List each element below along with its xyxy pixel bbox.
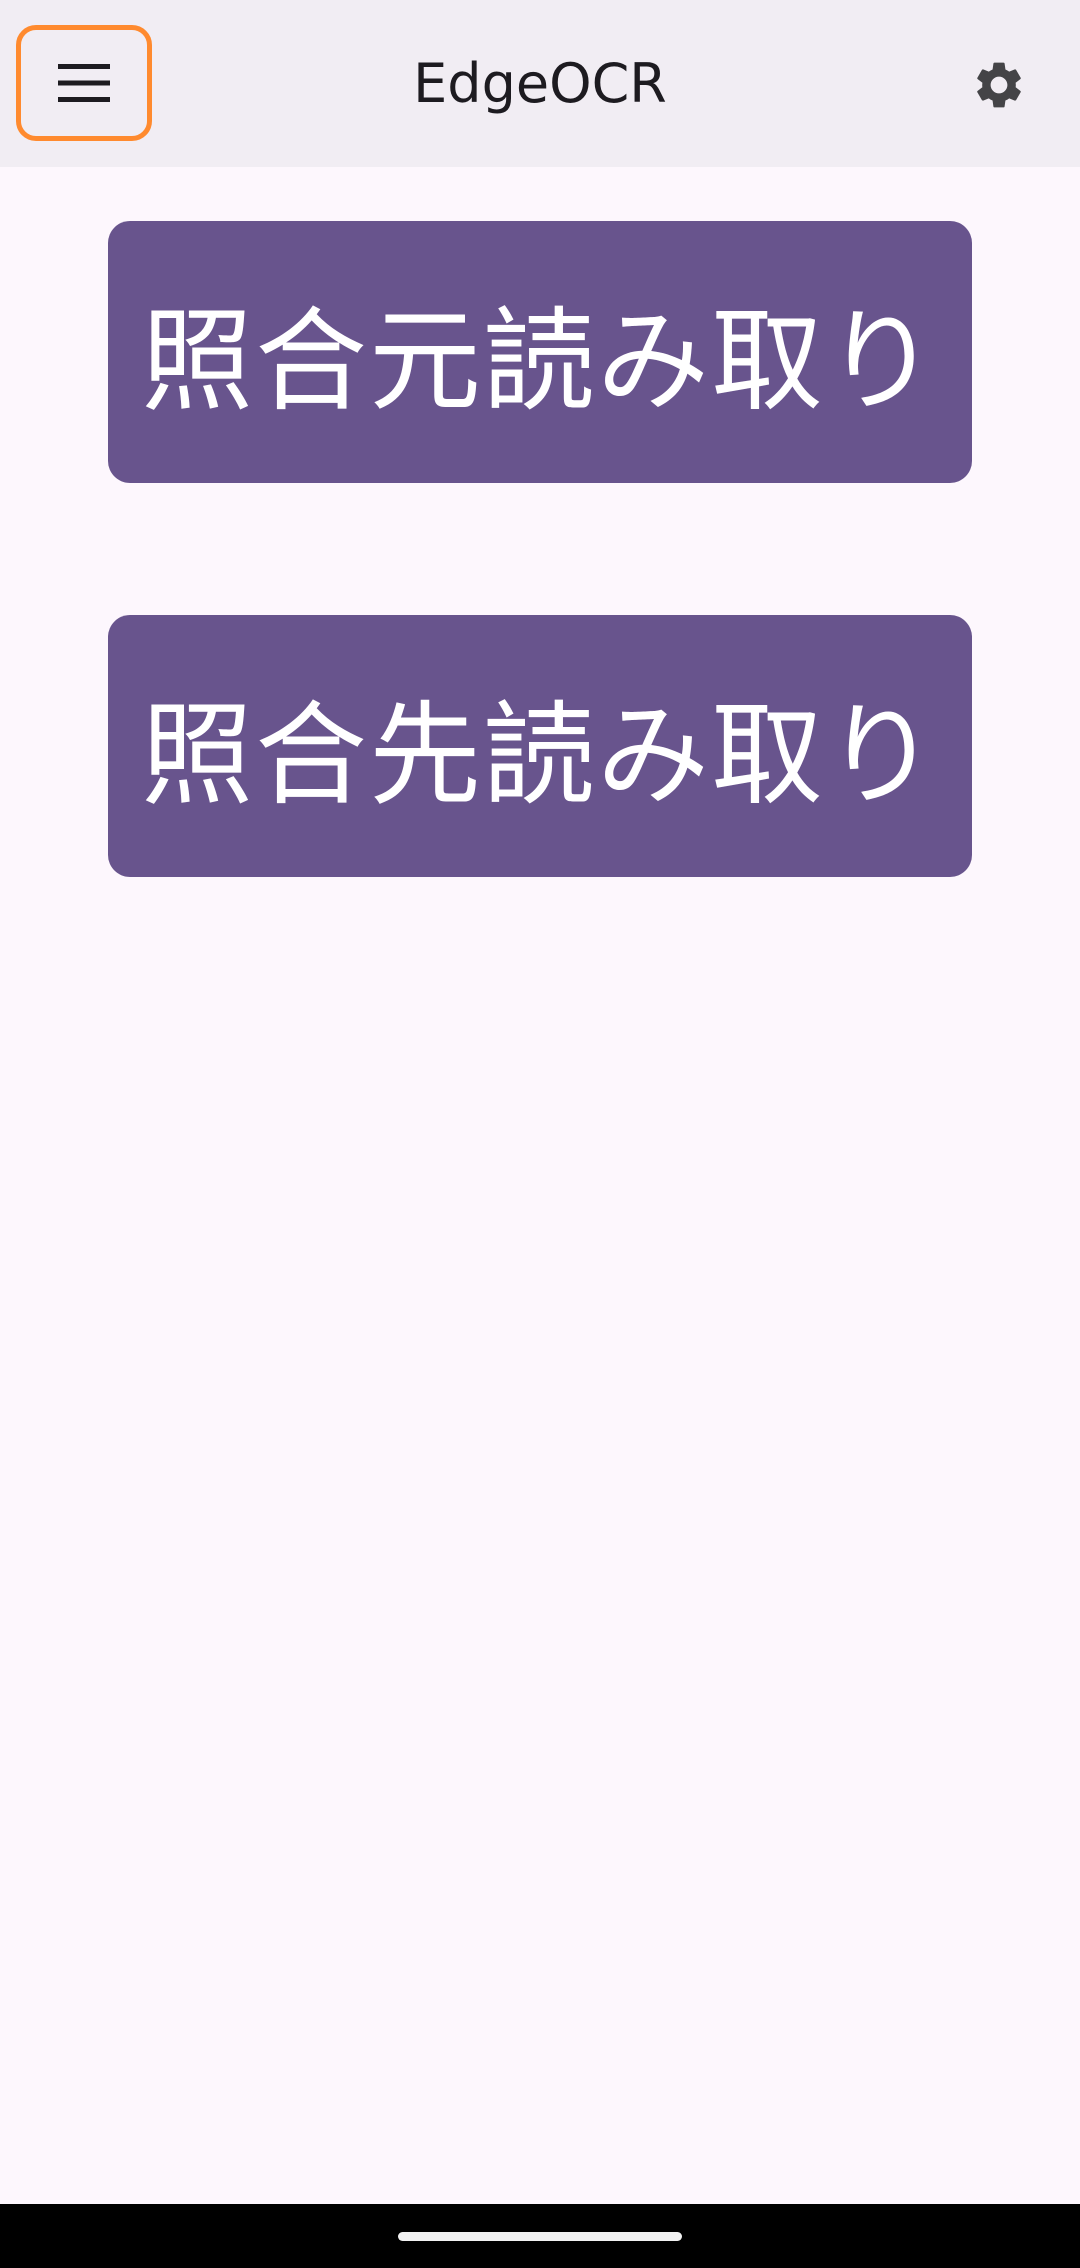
app-title: EdgeOCR bbox=[413, 52, 667, 115]
settings-button[interactable] bbox=[966, 52, 1032, 118]
home-indicator[interactable] bbox=[398, 2232, 682, 2241]
read-source-button[interactable]: 照合元読み取り bbox=[108, 221, 972, 483]
menu-button[interactable] bbox=[16, 25, 152, 141]
hamburger-menu-icon bbox=[58, 64, 110, 102]
gear-icon bbox=[977, 62, 1021, 108]
read-target-button[interactable]: 照合先読み取り bbox=[108, 615, 972, 877]
app-bar: EdgeOCR bbox=[0, 0, 1080, 167]
